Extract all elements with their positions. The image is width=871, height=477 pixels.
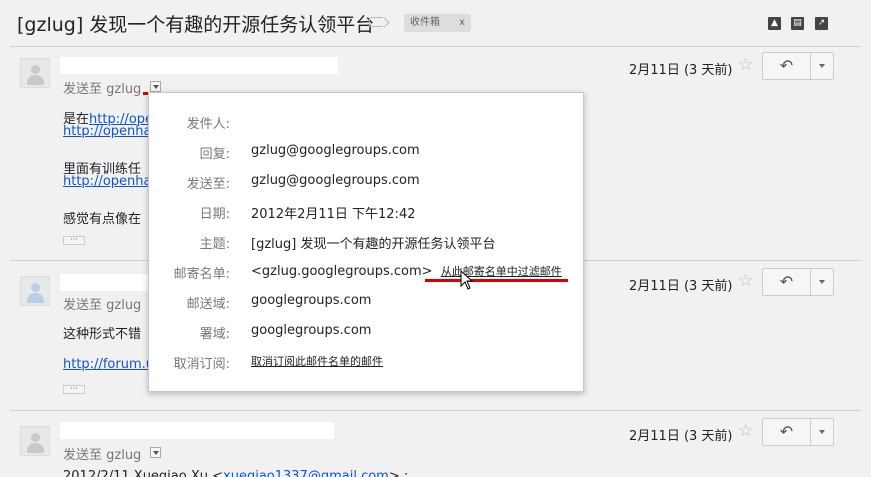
more-options-button[interactable]: [812, 269, 833, 295]
thread-subject: [gzlug] 发现一个有趣的开源任务认领平台: [17, 14, 375, 36]
reply-group: ↶: [762, 268, 834, 296]
label-icon[interactable]: [369, 17, 383, 27]
detail-value: <gzlug.googlegroups.com> 从此邮寄名单中过滤邮件: [251, 264, 562, 279]
detail-value: gzlug@googlegroups.com: [251, 173, 420, 188]
show-trimmed-button[interactable]: ···: [63, 385, 85, 394]
subject-bar: [gzlug] 发现一个有趣的开源任务认领平台 收件箱 x ▲ ▤ ↗: [0, 0, 871, 46]
detail-value: [gzlug] 发现一个有趣的开源任务认领平台: [251, 237, 496, 252]
message-card[interactable]: 发送至 gzlug 2月11日 (3 天前) ☆ ↶ 2012/2/11 Xue…: [10, 410, 861, 477]
message-details-popup: 发件人: 回复: gzlug@googlegroups.com 发送至: gzl…: [148, 92, 584, 392]
message-date: 2月11日 (3 天前): [629, 63, 733, 78]
more-options-button[interactable]: [812, 53, 833, 79]
detail-label: 回复:: [199, 147, 230, 162]
unsubscribe-link[interactable]: 取消订阅此邮件名单的邮件: [251, 355, 383, 368]
expand-all-icon[interactable]: ▲: [768, 17, 781, 30]
inbox-label-chip[interactable]: 收件箱 x: [404, 14, 471, 32]
avatar: [20, 58, 50, 88]
quoted-header: 2012/2/11 Xueqiao Xu <xueqiao1337@gmail.…: [63, 469, 408, 477]
sender-name[interactable]: [60, 422, 334, 439]
print-icon[interactable]: ▤: [791, 17, 804, 30]
detail-label: 发送至:: [186, 177, 230, 192]
send-to-label: 发送至 gzlug: [63, 448, 142, 463]
show-details-button[interactable]: [150, 447, 161, 458]
detail-label: 主题:: [199, 237, 230, 252]
filter-mailing-list-link[interactable]: 从此邮寄名单中过滤邮件: [441, 265, 562, 278]
reply-button[interactable]: ↶: [763, 419, 811, 445]
avatar: [20, 426, 50, 456]
reply-group: ↶: [762, 418, 834, 446]
show-details-button[interactable]: [150, 81, 161, 92]
body-text: 感觉有点像在: [63, 212, 142, 227]
send-to-label: 发送至 gzlug: [63, 298, 142, 313]
detail-value: googlegroups.com: [251, 293, 372, 308]
inbox-label-text: 收件箱: [410, 17, 440, 28]
mouse-pointer-icon: [460, 270, 474, 290]
detail-label: 发件人:: [186, 117, 230, 132]
detail-value: 取消订阅此邮件名单的邮件: [251, 353, 383, 369]
annotation-underline: [425, 279, 568, 282]
detail-row-date: 日期: 2012年2月11日 下午12:42: [149, 203, 585, 223]
reply-button[interactable]: ↶: [763, 53, 811, 79]
detail-value: 2012年2月11日 下午12:42: [251, 207, 416, 222]
detail-row-from: 发件人:: [149, 113, 585, 133]
detail-row-reply-to: 回复: gzlug@googlegroups.com: [149, 143, 585, 163]
detail-value: googlegroups.com: [251, 323, 372, 338]
detail-label: 日期:: [199, 207, 230, 222]
avatar: [20, 276, 50, 306]
detail-row-signed-by: 署域: googlegroups.com: [149, 323, 585, 343]
detail-value: gzlug@googlegroups.com: [251, 143, 420, 158]
detail-label: 邮送域:: [186, 297, 230, 312]
body-link[interactable]: xueqiao1337@gmail.com: [223, 469, 389, 477]
detail-row-mailed-by: 邮送域: googlegroups.com: [149, 293, 585, 313]
star-icon[interactable]: ☆: [738, 271, 753, 291]
send-to-label: 发送至 gzlug: [63, 82, 142, 97]
detail-row-to: 发送至: gzlug@googlegroups.com: [149, 173, 585, 193]
message-date: 2月11日 (3 天前): [629, 429, 733, 444]
remove-label-icon[interactable]: x: [459, 14, 465, 32]
detail-label: 邮寄名单:: [173, 267, 230, 282]
star-icon[interactable]: ☆: [738, 421, 753, 441]
show-trimmed-button[interactable]: ···: [63, 236, 85, 245]
new-window-icon[interactable]: ↗: [815, 17, 828, 30]
body-text: 这种形式不错: [63, 327, 142, 342]
sender-name[interactable]: [60, 57, 338, 74]
body-link[interactable]: http://openha: [63, 174, 151, 189]
reply-group: ↶: [762, 52, 834, 80]
reply-button[interactable]: ↶: [763, 269, 811, 295]
star-icon[interactable]: ☆: [738, 55, 753, 75]
body-link[interactable]: http://forum.u: [63, 357, 154, 372]
detail-label: 取消订阅:: [173, 357, 230, 372]
message-date: 2月11日 (3 天前): [629, 279, 733, 294]
more-options-button[interactable]: [812, 419, 833, 445]
body-link[interactable]: http://openha: [63, 124, 151, 139]
sender-name[interactable]: [60, 274, 160, 291]
detail-row-unsubscribe: 取消订阅: 取消订阅此邮件名单的邮件: [149, 353, 585, 373]
detail-label: 署域:: [199, 327, 230, 342]
detail-row-subject: 主题: [gzlug] 发现一个有趣的开源任务认领平台: [149, 233, 585, 253]
